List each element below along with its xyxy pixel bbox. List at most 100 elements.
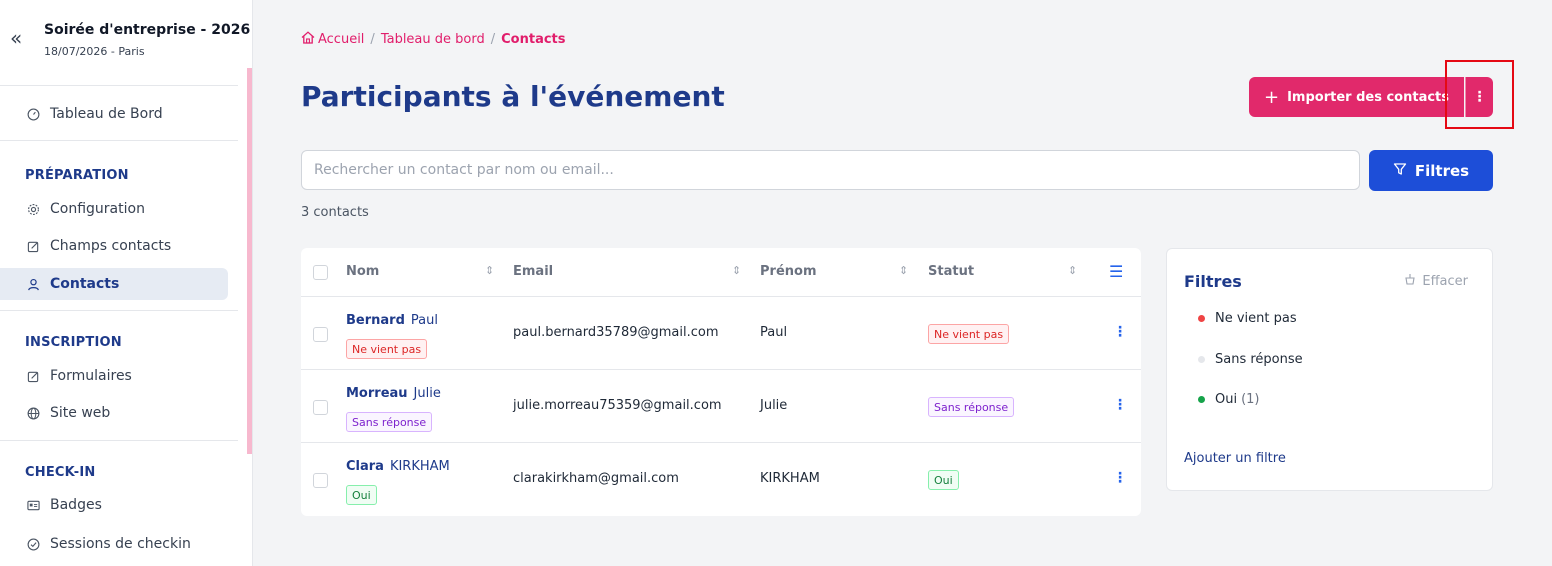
prenom-cell: KIRKHAM — [760, 471, 820, 486]
clear-filters-button[interactable]: Effacer — [1404, 273, 1468, 289]
row-actions-icon[interactable]: ⋮ — [1113, 470, 1127, 486]
event-subtitle: 18/07/2026 - Paris — [44, 45, 145, 58]
row-actions-icon[interactable]: ⋮ — [1113, 324, 1127, 340]
badge-icon — [26, 498, 40, 512]
sidebar-item-sessions-checkin[interactable]: Sessions de checkin — [0, 528, 228, 560]
filters-panel-title: Filtres — [1184, 272, 1242, 291]
status-dot — [1198, 315, 1205, 322]
sidebar-item-label: Formulaires — [50, 368, 132, 384]
sidebar-item-configuration[interactable]: Configuration — [0, 193, 228, 225]
main-content: Accueil / Tableau de bord / Contacts Par… — [253, 0, 1552, 566]
breadcrumb-home[interactable]: Accueil — [318, 32, 364, 47]
breadcrumb-current: Contacts — [501, 32, 566, 47]
add-filter-link[interactable]: Ajouter un filtre — [1184, 451, 1286, 466]
contacts-count: 3 contacts — [301, 205, 369, 220]
contacts-table: Nom ⇕ Email ⇕ Prénom ⇕ Statut ⇕ ☰ Bernar… — [301, 248, 1141, 516]
filter-option-label: Sans réponse — [1215, 352, 1303, 367]
filters-button[interactable]: Filtres — [1369, 150, 1493, 191]
contact-name[interactable]: Morreau Julie — [346, 386, 441, 401]
check-circle-icon — [26, 537, 40, 551]
prenom-cell: Julie — [760, 398, 788, 413]
funnel-icon — [1393, 162, 1407, 180]
sort-icon[interactable]: ⇕ — [485, 264, 494, 277]
sidebar-item-champs-contacts[interactable]: Champs contacts — [0, 230, 228, 262]
collapse-sidebar-icon[interactable]: « — [10, 26, 22, 50]
breadcrumb-dashboard[interactable]: Tableau de bord — [381, 32, 485, 47]
gear-icon — [26, 202, 40, 216]
page-title: Participants à l'événement — [301, 80, 725, 113]
row-checkbox[interactable] — [313, 473, 328, 488]
filter-option-ne-vient-pas[interactable]: Ne vient pas — [1198, 311, 1297, 326]
broom-icon — [1404, 273, 1416, 289]
status-badge: Ne vient pas — [928, 324, 1010, 344]
status-badge: Oui — [346, 485, 377, 505]
row-checkbox[interactable] — [313, 327, 328, 342]
sort-icon[interactable]: ⇕ — [732, 264, 741, 277]
table-row[interactable]: Morreau Julie Sans réponse julie.morreau7… — [301, 370, 1141, 443]
sort-icon[interactable]: ⇕ — [1068, 264, 1077, 277]
search-input[interactable] — [301, 150, 1360, 190]
filter-option-label: Oui — [1215, 392, 1238, 407]
section-title-inscription: INSCRIPTION — [25, 335, 122, 350]
status-badge: Sans réponse — [346, 412, 433, 432]
divider — [0, 85, 238, 86]
contact-name[interactable]: Bernard Paul — [346, 313, 438, 328]
table-row[interactable]: Clara KIRKHAM Oui clarakirkham@gmail.com … — [301, 443, 1141, 516]
contact-name[interactable]: Clara KIRKHAM — [346, 459, 450, 474]
event-title: Soirée d'entreprise - 2026 — [44, 22, 251, 38]
column-header-nom[interactable]: Nom — [346, 264, 379, 279]
filters-panel: Filtres Effacer Ne vient pas Sans répons… — [1166, 248, 1493, 491]
breadcrumb-separator: / — [490, 32, 496, 47]
divider — [0, 140, 238, 141]
plus-icon: + — [1263, 86, 1280, 108]
import-contacts-label: Importer des contacts — [1287, 89, 1450, 105]
last-name: Morreau — [346, 386, 408, 401]
email-cell: paul.bernard35789@gmail.com — [513, 325, 719, 340]
sort-icon[interactable]: ⇕ — [899, 264, 908, 277]
columns-menu-icon[interactable]: ☰ — [1109, 262, 1123, 281]
sidebar-item-label: Champs contacts — [50, 238, 172, 254]
status-dot — [1198, 396, 1205, 403]
sidebar-item-label: Configuration — [50, 201, 145, 217]
section-title-preparation: PRÉPARATION — [25, 168, 129, 183]
sidebar: « Soirée d'entreprise - 2026 18/07/2026 … — [0, 0, 253, 566]
row-checkbox[interactable] — [313, 400, 328, 415]
row-actions-icon[interactable]: ⋮ — [1113, 397, 1127, 413]
email-cell: clarakirkham@gmail.com — [513, 471, 679, 486]
edit-icon — [26, 239, 40, 253]
status-badge: Ne vient pas — [346, 339, 428, 359]
prenom-cell: Paul — [760, 325, 788, 340]
sidebar-item-formulaires[interactable]: Formulaires — [0, 360, 228, 392]
filter-option-oui[interactable]: Oui (1) — [1198, 392, 1260, 407]
table-row[interactable]: Bernard Paul Ne vient pas paul.bernard357… — [301, 297, 1141, 370]
filter-option-label: Ne vient pas — [1215, 311, 1297, 326]
sidebar-scrollbar[interactable] — [247, 68, 252, 454]
table-header: Nom ⇕ Email ⇕ Prénom ⇕ Statut ⇕ ☰ — [301, 248, 1141, 297]
filter-option-sans-reponse[interactable]: Sans réponse — [1198, 352, 1303, 367]
clear-filters-label: Effacer — [1422, 273, 1468, 289]
home-icon[interactable] — [301, 31, 315, 48]
sidebar-item-dashboard[interactable]: Tableau de Bord — [0, 98, 228, 130]
status-badge: Oui — [928, 470, 959, 490]
import-contacts-button[interactable]: + Importer des contacts — [1249, 77, 1464, 117]
column-header-prenom[interactable]: Prénom — [760, 264, 817, 279]
sidebar-item-label: Badges — [50, 497, 102, 513]
last-name: Clara — [346, 459, 384, 474]
select-all-checkbox[interactable] — [313, 265, 328, 280]
filter-option-count: (1) — [1241, 392, 1260, 407]
sidebar-item-badges[interactable]: Badges — [0, 489, 228, 521]
status-dot — [1198, 356, 1205, 363]
last-name: Bernard — [346, 313, 405, 328]
email-cell: julie.morreau75359@gmail.com — [513, 398, 722, 413]
sidebar-item-label: Contacts — [50, 276, 120, 292]
column-header-statut[interactable]: Statut — [928, 264, 974, 279]
breadcrumb: Accueil / Tableau de bord / Contacts — [301, 31, 566, 48]
first-name: Julie — [413, 386, 441, 401]
more-options-button[interactable]: ⋮ — [1465, 77, 1493, 117]
first-name: Paul — [410, 313, 438, 328]
divider — [0, 310, 238, 311]
column-header-email[interactable]: Email — [513, 264, 553, 279]
sidebar-item-contacts[interactable]: Contacts — [0, 268, 228, 300]
sidebar-item-site-web[interactable]: Site web — [0, 397, 228, 429]
divider — [0, 440, 238, 441]
